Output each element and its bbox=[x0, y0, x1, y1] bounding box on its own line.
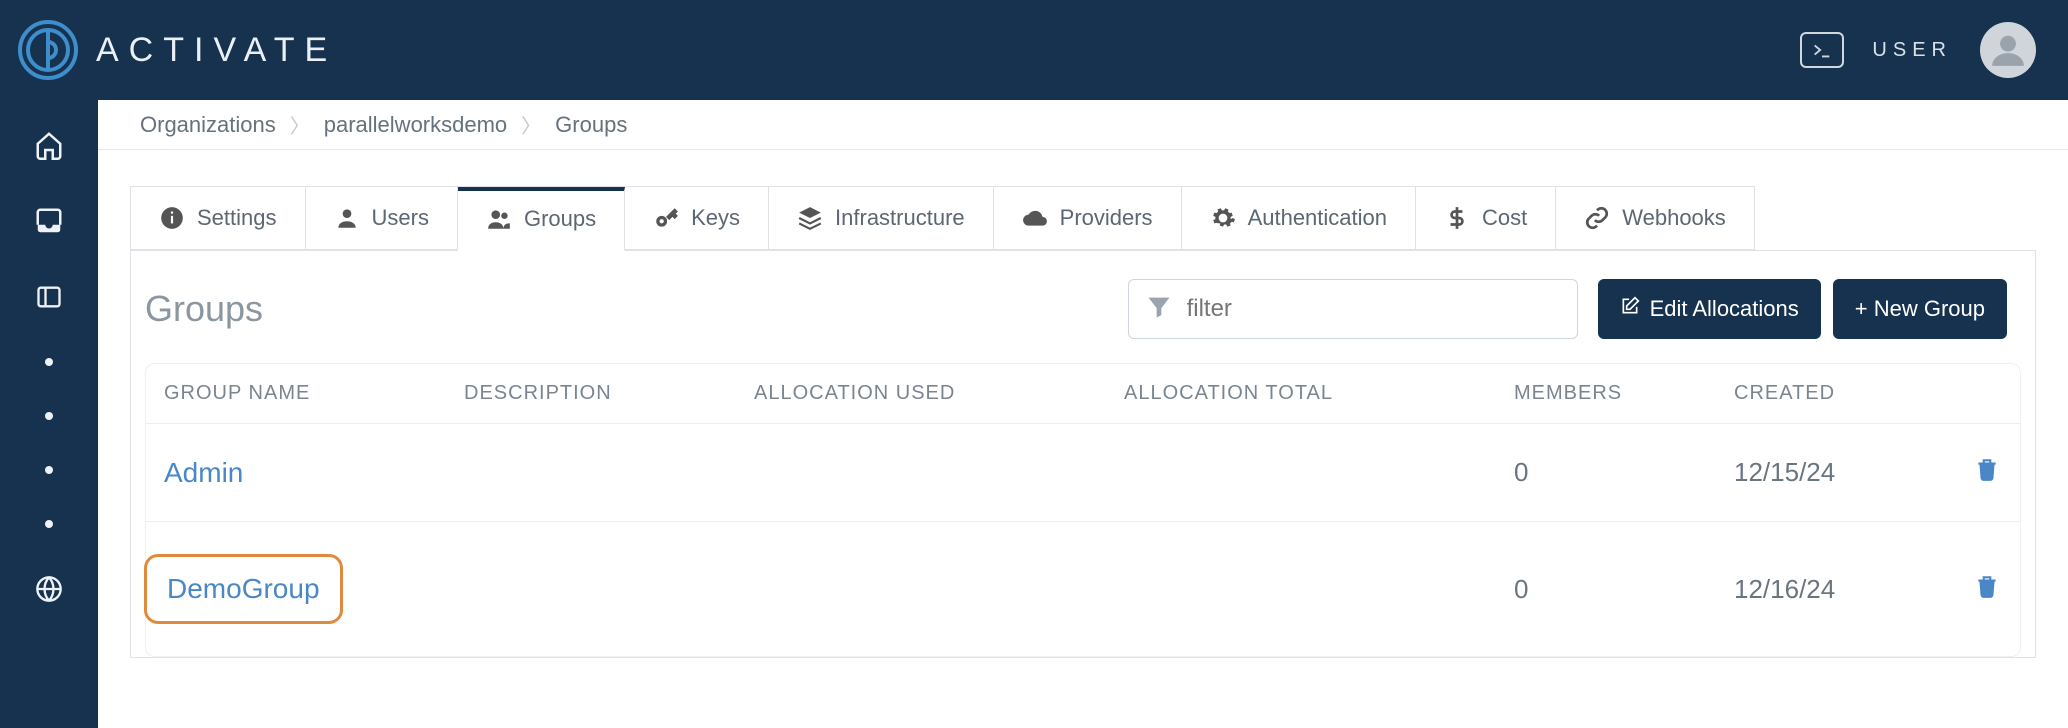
page-title: Groups bbox=[145, 288, 263, 330]
breadcrumb-item[interactable]: Organizations bbox=[128, 112, 288, 138]
col-alloc-total: ALLOCATION TOTAL bbox=[1124, 382, 1514, 405]
edit-allocations-button[interactable]: Edit Allocations bbox=[1598, 279, 1821, 339]
tab-webhooks[interactable]: Webhooks bbox=[1556, 187, 1754, 250]
tab-label: Groups bbox=[524, 206, 596, 232]
group-link[interactable]: DemoGroup bbox=[167, 573, 320, 605]
tab-label: Providers bbox=[1060, 205, 1153, 231]
groups-panel: Groups Edit Allocations + New Group bbox=[130, 250, 2036, 658]
tab-label: Webhooks bbox=[1622, 205, 1726, 231]
new-group-button[interactable]: + New Group bbox=[1833, 279, 2007, 339]
top-right: USER bbox=[1800, 22, 2036, 78]
table-row: Admin 012/15/24 bbox=[146, 423, 2020, 521]
avatar[interactable] bbox=[1980, 22, 2036, 78]
breadcrumb: Organizations 〉 parallelworksdemo 〉 Grou… bbox=[98, 100, 2068, 150]
user-icon bbox=[334, 205, 360, 231]
chevron-right-icon: 〉 bbox=[519, 110, 543, 139]
cell-created: 12/15/24 bbox=[1734, 457, 1974, 488]
col-group-name: GROUP NAME bbox=[164, 382, 464, 405]
sidebar bbox=[0, 100, 98, 728]
col-created: CREATED bbox=[1734, 382, 1974, 405]
edit-icon bbox=[1620, 296, 1640, 322]
main: Organizations 〉 parallelworksdemo 〉 Grou… bbox=[98, 100, 2068, 728]
col-alloc-used: ALLOCATION USED bbox=[754, 382, 1124, 405]
new-group-label: + New Group bbox=[1855, 296, 1985, 322]
users-icon bbox=[486, 206, 512, 232]
globe-icon[interactable] bbox=[34, 574, 64, 604]
brand-logo-icon bbox=[16, 18, 80, 82]
filter-box[interactable] bbox=[1128, 279, 1578, 339]
terminal-button[interactable] bbox=[1800, 32, 1844, 68]
tab-label: Cost bbox=[1482, 205, 1527, 231]
tab-label: Settings bbox=[197, 205, 277, 231]
sidebar-dot[interactable] bbox=[45, 412, 53, 420]
key-icon bbox=[653, 205, 679, 231]
tab-users[interactable]: Users bbox=[306, 187, 458, 250]
filter-icon bbox=[1145, 293, 1173, 326]
table-header: GROUP NAME DESCRIPTION ALLOCATION USED A… bbox=[146, 364, 2020, 423]
panel-icon[interactable] bbox=[34, 282, 64, 312]
tab-label: Users bbox=[372, 205, 429, 231]
cell-members: 0 bbox=[1514, 574, 1734, 605]
group-link[interactable]: Admin bbox=[164, 457, 243, 489]
tab-authentication[interactable]: Authentication bbox=[1182, 187, 1416, 250]
tab-providers[interactable]: Providers bbox=[994, 187, 1182, 250]
sidebar-dot[interactable] bbox=[45, 466, 53, 474]
sidebar-dot[interactable] bbox=[45, 358, 53, 366]
tab-groups[interactable]: Groups bbox=[458, 187, 625, 251]
breadcrumb-item[interactable]: parallelworksdemo bbox=[312, 112, 519, 138]
info-icon bbox=[159, 205, 185, 231]
tab-label: Infrastructure bbox=[835, 205, 965, 231]
tab-cost[interactable]: Cost bbox=[1416, 187, 1556, 250]
table-row: DemoGroup 012/16/24 bbox=[146, 521, 2020, 656]
top-bar: ACTIVATE USER bbox=[0, 0, 2068, 100]
cell-created: 12/16/24 bbox=[1734, 574, 1974, 605]
brand: ACTIVATE bbox=[16, 18, 337, 82]
tab-label: Keys bbox=[691, 205, 740, 231]
sidebar-dot[interactable] bbox=[45, 520, 53, 528]
layers-icon bbox=[797, 205, 823, 231]
dollar-icon bbox=[1444, 205, 1470, 231]
cell-members: 0 bbox=[1514, 457, 1734, 488]
tab-settings[interactable]: Settings bbox=[131, 187, 306, 250]
trash-icon[interactable] bbox=[1974, 458, 2000, 488]
trash-icon[interactable] bbox=[1974, 575, 2000, 605]
gear-icon bbox=[1210, 205, 1236, 231]
edit-allocations-label: Edit Allocations bbox=[1650, 296, 1799, 322]
groups-table: GROUP NAME DESCRIPTION ALLOCATION USED A… bbox=[145, 363, 2021, 657]
tab-strip: Settings Users Groups Keys Infrastructure Pro… bbox=[130, 186, 1755, 250]
chevron-right-icon: 〉 bbox=[288, 110, 312, 139]
tab-infrastructure[interactable]: Infrastructure bbox=[769, 187, 994, 250]
highlight-ring: DemoGroup bbox=[144, 554, 343, 624]
cloud-icon bbox=[1022, 205, 1048, 231]
panel-header: Groups Edit Allocations + New Group bbox=[131, 279, 2035, 363]
filter-input[interactable] bbox=[1187, 295, 1561, 323]
tab-keys[interactable]: Keys bbox=[625, 187, 769, 250]
brand-name: ACTIVATE bbox=[96, 31, 337, 70]
inbox-icon[interactable] bbox=[34, 206, 64, 236]
user-label: USER bbox=[1872, 39, 1952, 62]
link-icon bbox=[1584, 205, 1610, 231]
col-members: MEMBERS bbox=[1514, 382, 1734, 405]
tab-label: Authentication bbox=[1248, 205, 1387, 231]
home-icon[interactable] bbox=[34, 130, 64, 160]
breadcrumb-item[interactable]: Groups bbox=[543, 112, 639, 138]
col-description: DESCRIPTION bbox=[464, 382, 754, 405]
